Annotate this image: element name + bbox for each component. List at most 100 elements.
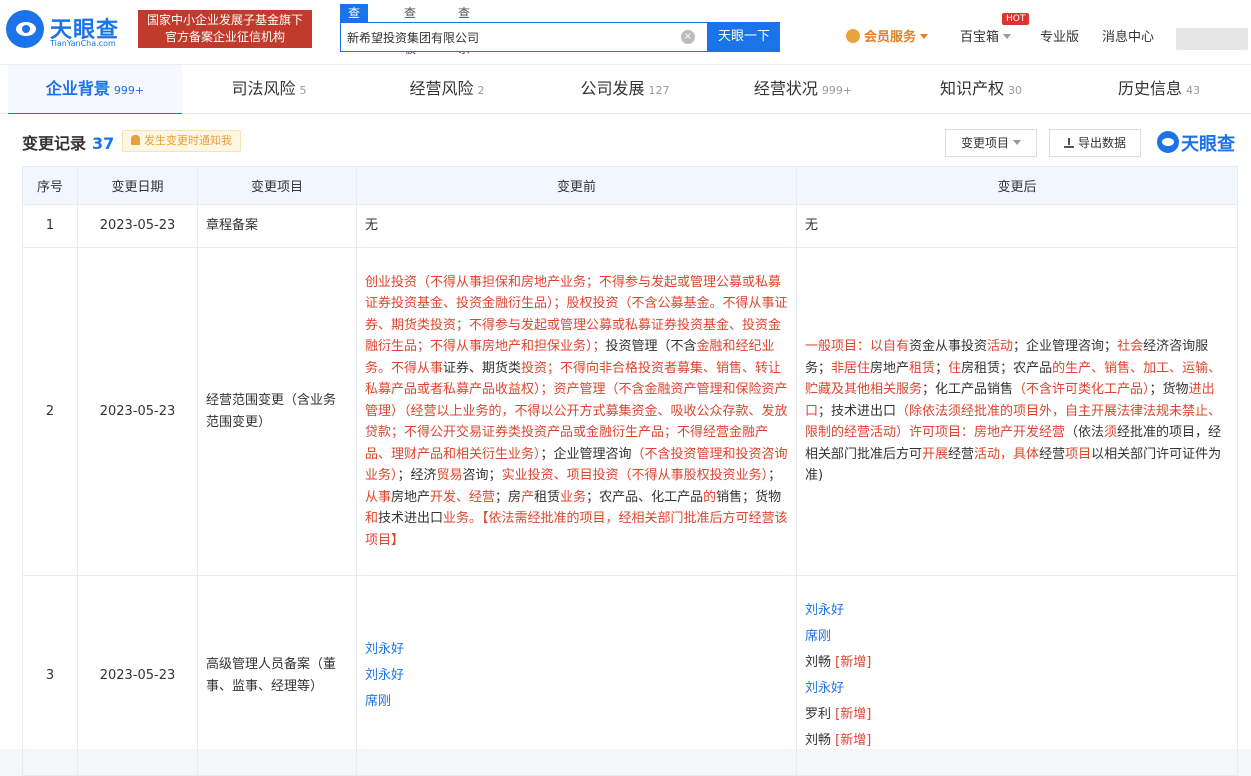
- scope-text-segment: 资金从事投资: [909, 339, 988, 355]
- header-after: 变更后: [796, 166, 1238, 205]
- logo-eye-icon: [1157, 131, 1179, 153]
- scope-text-segment: 经营: [948, 446, 975, 462]
- row-date: 2023-05-23: [77, 247, 198, 576]
- person-link[interactable]: 刘永好: [805, 681, 844, 696]
- download-icon: [1063, 138, 1074, 148]
- row-date: 2023-05-23: [77, 204, 198, 248]
- scope-text-segment: 一般项目：以自有: [805, 339, 910, 355]
- scope-text-segment: 销售；货物: [716, 489, 782, 505]
- table-row: 3 2023-05-23 高级管理人员备案（董事、监事、经理等） 刘永好 刘永好席…: [22, 575, 1238, 776]
- person-link[interactable]: 席刚: [805, 629, 831, 644]
- header-item: 变更项目: [197, 166, 357, 205]
- row-item: 经营范围变更（含业务范围变更）: [197, 247, 357, 576]
- search-tab-boss[interactable]: 查老板: [396, 4, 424, 56]
- scope-text-segment: 活动，具体: [974, 446, 1040, 462]
- tab-intellectual-property[interactable]: 知识产权 30: [894, 65, 1068, 114]
- change-record-section: 变更记录 37 发生变更时通知我 变更项目 导出数据 天眼查 序号 变更日期 变更…: [0, 114, 1251, 776]
- user-avatar[interactable]: [1176, 28, 1248, 50]
- scope-text-segment: ；货物: [1149, 382, 1189, 398]
- scope-text-segment: 和: [365, 511, 379, 527]
- new-tag: [新增]: [831, 732, 872, 748]
- row-before: 无: [356, 204, 797, 248]
- section-title: 变更记录 37: [22, 134, 115, 153]
- scope-text-segment: 的: [703, 489, 717, 505]
- search-button[interactable]: 天眼一下: [708, 22, 780, 52]
- person-entry: 刘永好: [805, 598, 1229, 624]
- message-center-link[interactable]: 消息中心: [1102, 28, 1154, 48]
- table-row: 2 2023-05-23 经营范围变更（含业务范围变更） 创业投资（不得从事担保…: [22, 247, 1238, 576]
- new-tag: [新增]: [831, 706, 872, 722]
- person-entry: 刘永好: [805, 676, 1229, 702]
- vip-service-menu[interactable]: 会员服务: [846, 28, 929, 48]
- person-name: 刘畅: [805, 732, 832, 748]
- scope-text-segment: 项目: [1065, 446, 1092, 462]
- table-row: 1 2023-05-23 章程备案 无 无: [22, 204, 1238, 248]
- scope-text-segment: 开展: [922, 446, 949, 462]
- tab-background[interactable]: 企业背景 999+: [8, 65, 182, 115]
- bell-icon: [131, 135, 140, 145]
- person-entry: 罗利 [新增]: [805, 702, 1229, 728]
- scope-text-segment: （不含许可类化工产品）: [1013, 382, 1150, 398]
- scope-text-segment: 须: [1104, 425, 1118, 441]
- row-item: 高级管理人员备案（董事、监事、经理等）: [197, 575, 357, 776]
- person-entry: 刘永好: [365, 637, 788, 663]
- person-link[interactable]: 刘永好: [805, 603, 844, 618]
- scope-text-segment: 实业投资、项目投资（不得从事股权投资业务）: [501, 468, 769, 484]
- tab-history[interactable]: 历史信息 43: [1072, 65, 1246, 114]
- clear-icon[interactable]: ×: [681, 30, 695, 44]
- person-name: 罗利: [805, 706, 832, 722]
- search-input[interactable]: [341, 23, 681, 51]
- chevron-down-icon: [920, 34, 929, 39]
- change-record-table: 序号 变更日期 变更项目 变更前 变更后 1 2023-05-23 章程备案 无…: [22, 166, 1238, 776]
- scope-text-segment: ；: [768, 468, 782, 484]
- person-link[interactable]: 席刚: [365, 694, 391, 709]
- export-data-button[interactable]: 导出数据: [1049, 129, 1141, 157]
- row-before: 刘永好 刘永好 席刚: [356, 575, 797, 776]
- logo-domain: TianYanCha.com: [50, 39, 116, 48]
- scope-text-segment: 租赁: [534, 489, 561, 505]
- scope-text-segment: ；: [935, 360, 949, 376]
- scope-text-segment: ；经济: [397, 468, 437, 484]
- scope-text-segment: ；房: [495, 489, 522, 505]
- search-tab-relation[interactable]: 查关系: [450, 4, 478, 56]
- scope-text-segment: 开发、经营: [430, 489, 496, 505]
- scope-text-segment: 非居住: [831, 360, 871, 376]
- scope-text-segment: 产: [521, 489, 535, 505]
- scope-text-segment: 证券、期货类: [443, 360, 522, 376]
- notify-change-button[interactable]: 发生变更时通知我: [122, 130, 241, 152]
- search-box: ×: [340, 22, 708, 52]
- slogan-line2: 官方备案企业征信机构: [164, 30, 285, 44]
- scope-text-segment: 从事: [365, 489, 392, 505]
- logo-eye-icon: [6, 10, 44, 48]
- new-tag: [新增]: [831, 654, 872, 670]
- row-no: 2: [22, 247, 78, 576]
- row-before: 创业投资（不得从事担保和房地产业务；不得参与发起或管理公募或私募证券投资基金、投…: [356, 247, 797, 576]
- scope-text-segment: 房地产: [391, 489, 431, 505]
- scope-text-segment: 社会: [1117, 339, 1144, 355]
- scope-text-segment: ；化工产品销售: [922, 382, 1014, 398]
- table-header-row: 序号 变更日期 变更项目 变更前 变更后: [22, 166, 1238, 205]
- person-entry: 刘永好: [365, 663, 788, 689]
- person-link[interactable]: 刘永好: [365, 668, 404, 683]
- tab-operating-status[interactable]: 经营状况 999+: [716, 65, 890, 114]
- row-after: 无: [796, 204, 1238, 248]
- scope-text-segment: ；农产品、化工产品: [586, 489, 704, 505]
- tab-development[interactable]: 公司发展 127: [538, 65, 712, 114]
- search-tab-company[interactable]: 查公司: [340, 4, 369, 56]
- change-item-filter[interactable]: 变更项目: [945, 129, 1037, 157]
- person-link[interactable]: 刘永好: [365, 642, 404, 657]
- row-after: 一般项目：以自有资金从事投资活动；企业管理咨询；社会经济咨询服务；非居住房地产租…: [796, 247, 1238, 576]
- tianyancha-logo[interactable]: 天眼查 TianYanCha.com: [6, 10, 130, 50]
- crown-icon: [846, 29, 860, 43]
- pro-version-link[interactable]: 专业版: [1040, 28, 1079, 48]
- company-tab-bar: 企业背景 999+ 司法风险 5 经营风险 2 公司发展 127 经营状况 999+ 知识…: [0, 64, 1251, 115]
- header-no: 序号: [22, 166, 78, 205]
- tab-judicial-risk[interactable]: 司法风险 5: [182, 65, 356, 114]
- tab-operating-risk[interactable]: 经营风险 2: [360, 65, 534, 114]
- scope-text-segment: 业务: [560, 489, 587, 505]
- header-before: 变更前: [356, 166, 797, 205]
- person-entry: 席刚: [805, 624, 1229, 650]
- scope-text-segment: 咨询；: [462, 468, 502, 484]
- toolbox-menu[interactable]: 百宝箱: [960, 28, 1012, 48]
- top-header: 天眼查 TianYanCha.com 国家中小企业发展子基金旗下 官方备案企业征…: [0, 0, 1251, 64]
